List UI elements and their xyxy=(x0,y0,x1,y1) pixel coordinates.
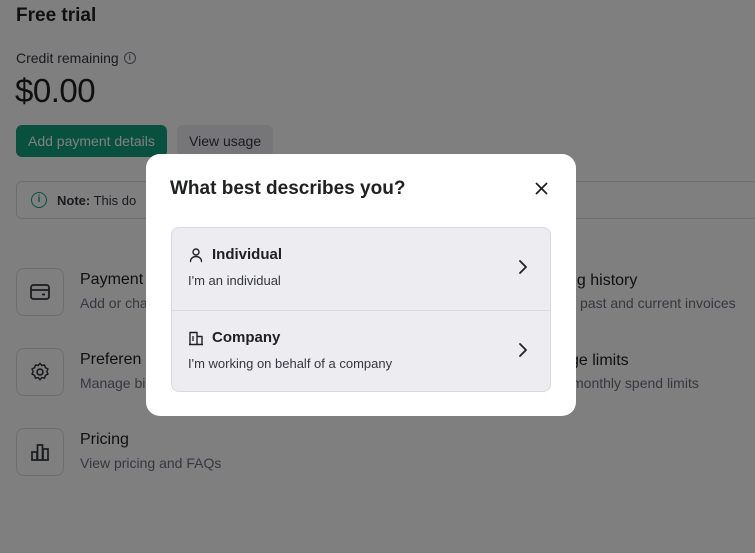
close-icon xyxy=(535,182,547,194)
option-individual-label: Individual xyxy=(212,246,283,263)
chevron-right-icon xyxy=(519,343,527,357)
person-icon xyxy=(189,247,203,262)
close-button[interactable] xyxy=(531,178,551,198)
option-company-label: Company xyxy=(212,329,281,346)
chevron-right-icon xyxy=(519,260,527,274)
option-company[interactable]: Company I'm working on behalf of a compa… xyxy=(172,310,550,391)
option-company-sub: I'm working on behalf of a company xyxy=(188,356,393,371)
building-icon xyxy=(189,331,203,345)
describe-you-dialog: What best describes you? Individual I'm … xyxy=(146,154,576,416)
dialog-title: What best describes you? xyxy=(170,178,406,199)
option-individual-sub: I'm an individual xyxy=(188,273,281,288)
option-list: Individual I'm an individual Company I'm… xyxy=(171,227,551,392)
option-individual[interactable]: Individual I'm an individual xyxy=(172,228,550,310)
